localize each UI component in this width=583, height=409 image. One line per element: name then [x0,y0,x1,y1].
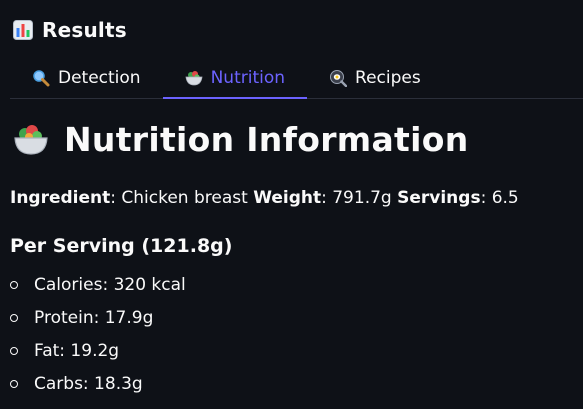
list-item-carbs: Carbs: 18.3g [10,367,186,400]
magnifier-icon [32,69,50,87]
servings-value: : 6.5 [480,188,519,208]
list-item-label: Calories: 320 kcal [34,274,186,295]
salad-bowl-icon [185,69,203,87]
tab-detection-label: Detection [58,68,141,88]
ingredient-summary: Ingredient: Chicken breast Weight: 791.7… [10,188,519,208]
bullet-icon [10,280,18,289]
list-item-label: Fat: 19.2g [34,340,120,361]
bullet-icon [10,313,18,322]
results-page: Results Detection Nutrition Recipes Nutr… [0,0,583,409]
tab-bar: Detection Nutrition Recipes [10,58,583,99]
bar-chart-icon [12,19,34,41]
weight-label: Weight [253,188,322,208]
salad-bowl-icon [12,121,50,159]
list-item-protein: Protein: 17.9g [10,301,186,334]
servings-label: Servings [397,188,481,208]
results-title: Results [42,18,127,42]
nutrition-heading: Nutrition Information [12,120,469,159]
tab-recipes-label: Recipes [355,68,421,88]
ingredient-value: : Chicken breast [110,188,254,208]
tab-recipes[interactable]: Recipes [307,58,443,98]
tab-nutrition[interactable]: Nutrition [162,58,308,99]
list-item-label: Protein: 17.9g [34,307,154,328]
tab-detection[interactable]: Detection [10,58,163,98]
results-header: Results [12,18,127,42]
frying-pan-icon [329,69,348,87]
list-item-fat: Fat: 19.2g [10,334,186,367]
list-item-label: Carbs: 18.3g [34,373,143,394]
per-serving-heading: Per Serving (121.8g) [10,235,233,257]
nutrition-title: Nutrition Information [64,120,469,159]
bullet-icon [10,379,18,388]
ingredient-label: Ingredient [10,188,111,208]
list-item-calories: Calories: 320 kcal [10,268,186,301]
bullet-icon [10,346,18,355]
weight-value: : 791.7g [321,188,398,208]
nutrition-list: Calories: 320 kcal Protein: 17.9g Fat: 1… [10,268,186,400]
tab-nutrition-label: Nutrition [210,68,286,88]
